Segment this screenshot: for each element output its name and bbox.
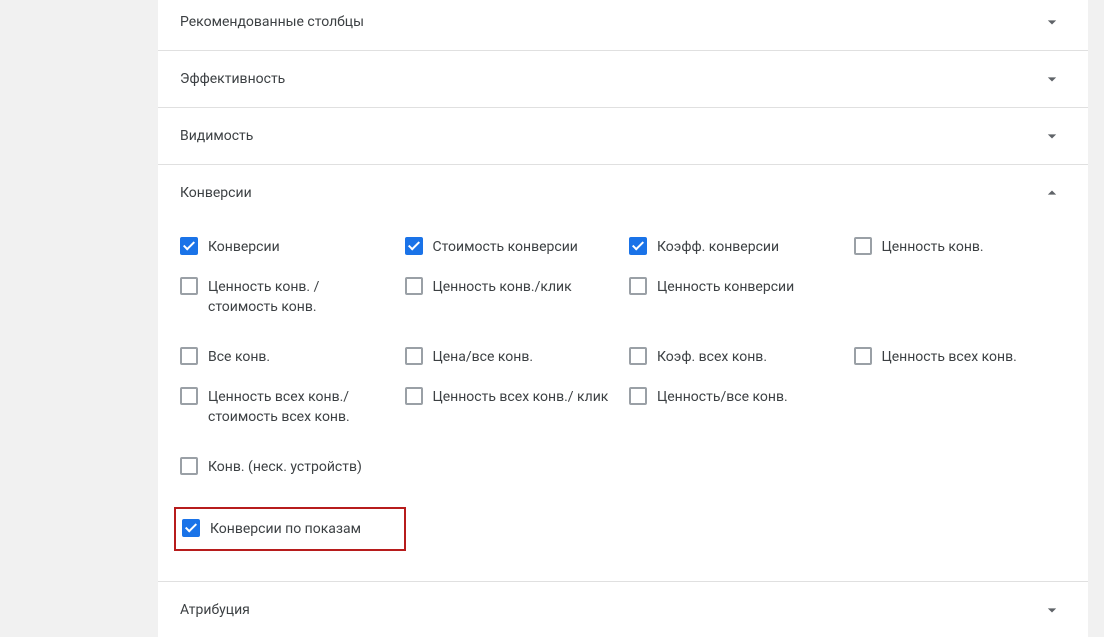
section-attribution[interactable]: Атрибуция — [158, 582, 1088, 637]
conversions-group-3: Конв. (неск. устройств) — [180, 457, 1066, 477]
checkbox-item[interactable]: Ценность конв. — [854, 237, 1067, 257]
section-title: Атрибуция — [180, 600, 250, 620]
checkbox-item[interactable]: Коэф. всех конв. — [629, 347, 842, 367]
section-title: Эффективность — [180, 69, 285, 89]
checkbox-label: Все конв. — [208, 347, 270, 367]
checkbox-label: Ценность всех конв./ стоимость всех конв… — [208, 387, 393, 427]
checkbox[interactable] — [405, 347, 423, 365]
checkbox-item[interactable]: Ценность конверсии — [629, 277, 842, 317]
checkbox-label: Ценность конв. — [882, 237, 984, 257]
conversions-group-1: Конверсии Стоимость конверсии Коэфф. конве… — [180, 237, 1066, 317]
checkbox[interactable] — [854, 347, 872, 365]
section-effectiveness[interactable]: Эффективность — [158, 51, 1088, 108]
chevron-up-icon — [1040, 181, 1064, 205]
checkbox-item[interactable]: Ценность всех конв./ клик — [405, 387, 618, 427]
checkbox-item[interactable]: Цена/все конв. — [405, 347, 618, 367]
checkbox-label: Ценность всех конв./ клик — [433, 387, 609, 407]
conversions-body: Конверсии Стоимость конверсии Коэфф. конве… — [158, 221, 1088, 582]
checkbox[interactable] — [182, 519, 200, 537]
checkbox[interactable] — [629, 387, 647, 405]
highlight-box: Конверсии по показам — [174, 507, 406, 551]
checkbox-item[interactable]: Ценность всех конв. — [854, 347, 1067, 367]
checkbox-label: Конверсии — [208, 237, 280, 257]
section-title: Видимость — [180, 126, 253, 146]
section-recommended[interactable]: Рекомендованные столбцы — [158, 0, 1088, 51]
checkbox[interactable] — [854, 237, 872, 255]
chevron-down-icon — [1040, 598, 1064, 622]
checkbox-label: Стоимость конверсии — [433, 237, 578, 257]
checkbox-item[interactable]: Коэфф. конверсии — [629, 237, 842, 257]
checkbox-item[interactable]: Ценность всех конв./ стоимость всех конв… — [180, 387, 393, 427]
checkbox-label: Ценность конв./клик — [433, 277, 572, 297]
checkbox-label: Цена/все конв. — [433, 347, 534, 367]
checkbox[interactable] — [180, 387, 198, 405]
checkbox-label: Ценность конверсии — [657, 277, 794, 297]
checkbox[interactable] — [180, 347, 198, 365]
checkbox-item[interactable]: Конв. (неск. устройств) — [180, 457, 393, 477]
conversions-group-2: Все конв. Цена/все конв. Коэф. всех конв. Ц… — [180, 347, 1066, 427]
section-title: Конверсии — [180, 183, 252, 203]
checkbox[interactable] — [180, 277, 198, 295]
checkbox-label: Ценность всех конв. — [882, 347, 1017, 367]
checkbox[interactable] — [180, 457, 198, 475]
chevron-down-icon — [1040, 10, 1064, 34]
checkbox[interactable] — [405, 237, 423, 255]
checkbox-item-view-conversions[interactable]: Конверсии по показам — [182, 519, 394, 539]
checkbox-label: Коэфф. конверсии — [657, 237, 779, 257]
section-visibility[interactable]: Видимость — [158, 108, 1088, 165]
checkbox-label: Конверсии по показам — [210, 519, 361, 539]
checkbox-item[interactable]: Ценность конв./клик — [405, 277, 618, 317]
checkbox-label: Коэф. всех конв. — [657, 347, 767, 367]
checkbox-item[interactable]: Стоимость конверсии — [405, 237, 618, 257]
checkbox-item[interactable]: Ценность конв. / стоимость конв. — [180, 277, 393, 317]
section-title: Рекомендованные столбцы — [180, 12, 364, 32]
checkbox[interactable] — [180, 237, 198, 255]
columns-panel: Рекомендованные столбцы Эффективность Ви… — [158, 0, 1088, 637]
checkbox[interactable] — [629, 237, 647, 255]
checkbox[interactable] — [629, 277, 647, 295]
checkbox-item[interactable]: Ценность/все конв. — [629, 387, 842, 427]
checkbox-label: Ценность конв. / стоимость конв. — [208, 277, 393, 317]
chevron-down-icon — [1040, 67, 1064, 91]
checkbox-label: Конв. (неск. устройств) — [208, 457, 362, 477]
checkbox[interactable] — [405, 277, 423, 295]
chevron-down-icon — [1040, 124, 1064, 148]
section-conversions[interactable]: Конверсии — [158, 165, 1088, 221]
checkbox[interactable] — [629, 347, 647, 365]
checkbox[interactable] — [405, 387, 423, 405]
checkbox-label: Ценность/все конв. — [657, 387, 788, 407]
checkbox-item[interactable]: Конверсии — [180, 237, 393, 257]
checkbox-item[interactable]: Все конв. — [180, 347, 393, 367]
